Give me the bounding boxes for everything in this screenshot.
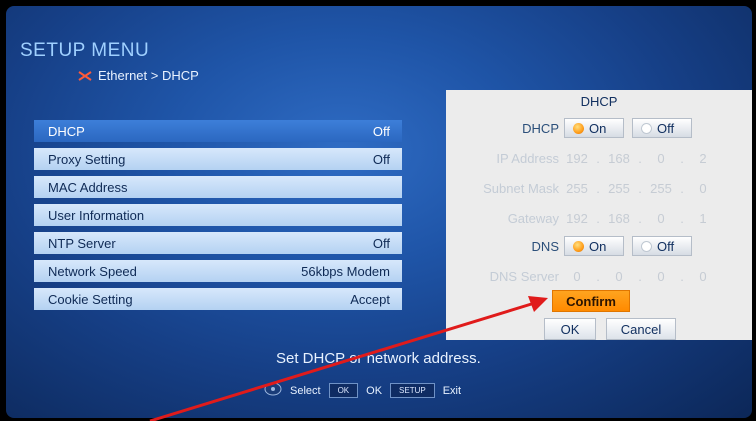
cancel-button[interactable]: Cancel [606, 318, 676, 340]
dns-label: DNS [531, 239, 559, 254]
radio-empty-icon [641, 240, 652, 252]
setting-ntp-server[interactable]: NTP Server Off [34, 232, 402, 254]
ip-address-row: IP Address 192. 168. 0. 2 [446, 148, 752, 170]
setting-label: Network Speed [48, 263, 137, 279]
setting-label: User Information [48, 207, 145, 223]
help-text: Set DHCP or network address. [276, 350, 481, 367]
ip-octet: 192 [566, 151, 588, 166]
breadcrumb: Ethernet > DHCP [78, 68, 199, 83]
select-hint: Select [290, 384, 321, 397]
setup-key-icon: SETUP [390, 383, 435, 398]
ip-octet: 0 [573, 269, 581, 284]
subnet-mask-field[interactable]: 255. 255. 255. 0 [560, 181, 720, 196]
ip-octet: 0 [657, 269, 665, 284]
menu-title: SETUP MENU [20, 40, 150, 61]
setting-mac-address[interactable]: MAC Address [34, 176, 402, 198]
radio-label: Off [657, 238, 675, 254]
setting-label: Proxy Setting [48, 151, 126, 167]
ip-octet: 168 [608, 211, 630, 226]
setting-value: 56kbps Modem [301, 263, 390, 279]
ip-octet: 168 [608, 151, 630, 166]
dns-server-field[interactable]: 0. 0. 0. 0 [560, 269, 720, 284]
ip-address-field[interactable]: 192. 168. 0. 2 [560, 151, 720, 166]
dns-off-radio[interactable]: Off [632, 236, 692, 256]
ip-octet: 0 [615, 269, 623, 284]
setting-network-speed[interactable]: Network Speed 56kbps Modem [34, 260, 402, 282]
setting-cookie[interactable]: Cookie Setting Accept [34, 288, 402, 310]
setting-label: Cookie Setting [48, 291, 133, 307]
setting-user-information[interactable]: User Information [34, 204, 402, 226]
ip-octet: 255 [608, 181, 630, 196]
key-legend: Select OK OK SETUP Exit [264, 382, 461, 399]
setting-dhcp[interactable]: DHCP Off [34, 120, 402, 142]
settings-list: DHCP Off Proxy Setting Off MAC Address U… [34, 120, 402, 316]
ip-octet: 0 [657, 151, 665, 166]
ok-key-icon: OK [328, 383, 359, 398]
dhcp-on-radio[interactable]: On [564, 118, 624, 138]
radio-label: Off [657, 120, 675, 136]
radio-label: On [589, 120, 607, 136]
dpad-icon [264, 382, 282, 399]
gateway-field[interactable]: 192. 168. 0. 1 [560, 211, 720, 226]
ip-octet: 0 [699, 181, 707, 196]
subnet-mask-row: Subnet Mask 255. 255. 255. 0 [446, 178, 752, 200]
ip-address-label: IP Address [496, 151, 559, 166]
radio-empty-icon [641, 122, 652, 134]
exit-hint: Exit [442, 384, 462, 397]
dhcp-label: DHCP [522, 121, 559, 136]
setting-value: Off [372, 123, 390, 139]
panel-title: DHCP [580, 94, 618, 109]
breadcrumb-text: Ethernet > DHCP [98, 68, 199, 83]
setting-label: NTP Server [48, 235, 116, 251]
dns-on-radio[interactable]: On [564, 236, 624, 256]
gateway-row: Gateway 192. 168. 0. 1 [446, 208, 752, 230]
ip-octet: 0 [657, 211, 665, 226]
radio-label: On [589, 238, 607, 254]
ip-octet: 0 [699, 269, 707, 284]
ip-octet: 1 [699, 211, 707, 226]
gateway-label: Gateway [507, 211, 559, 226]
ip-octet: 192 [566, 211, 588, 226]
radio-selected-icon [573, 240, 584, 252]
tv-screen: SETUP MENU Ethernet > DHCP DHCP Off Prox… [6, 6, 752, 418]
dns-toggle-row: DNS On Off [446, 236, 752, 258]
ip-octet: 255 [650, 181, 672, 196]
setting-value: Off [372, 151, 390, 167]
ok-button[interactable]: OK [544, 318, 596, 340]
subnet-mask-label: Subnet Mask [483, 181, 559, 196]
radio-selected-icon [573, 122, 584, 134]
dns-server-label: DNS Server [489, 269, 559, 284]
dhcp-off-radio[interactable]: Off [632, 118, 692, 138]
setting-proxy[interactable]: Proxy Setting Off [34, 148, 402, 170]
ethernet-icon [78, 70, 92, 82]
setting-label: MAC Address [48, 179, 128, 195]
dhcp-panel: DHCP DHCP On Off IP Address 192. 168. 0.… [446, 90, 752, 340]
dns-server-row: DNS Server 0. 0. 0. 0 [446, 266, 752, 288]
confirm-button[interactable]: Confirm [552, 290, 630, 312]
setting-value: Off [372, 235, 390, 251]
ok-hint: OK [366, 384, 383, 397]
setting-value: Accept [350, 291, 390, 307]
dhcp-toggle-row: DHCP On Off [446, 118, 752, 140]
ip-octet: 2 [699, 151, 707, 166]
ip-octet: 255 [566, 181, 588, 196]
setting-label: DHCP [48, 123, 85, 139]
